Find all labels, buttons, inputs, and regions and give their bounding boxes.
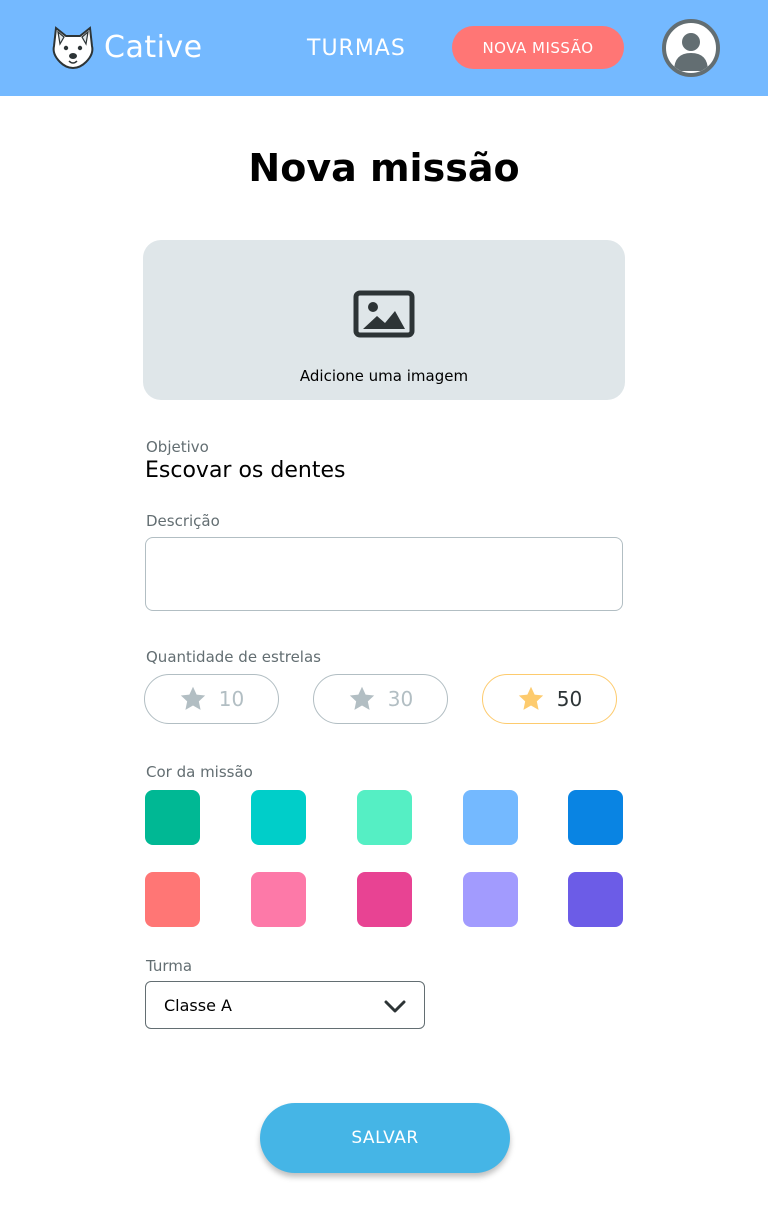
profile-avatar-button[interactable]	[662, 19, 720, 77]
star-option-10[interactable]: 10	[144, 674, 279, 724]
cor-label: Cor da missão	[146, 763, 253, 781]
star-option-value: 30	[387, 687, 414, 711]
top-bar: Cative TURMAS NOVA MISSÃO	[0, 0, 768, 96]
star-option-50[interactable]: 50	[482, 674, 617, 724]
star-icon	[349, 686, 374, 710]
color-swatch-1[interactable]	[145, 790, 200, 845]
image-icon	[353, 290, 415, 338]
dog-face-icon	[52, 26, 94, 70]
color-swatch-8[interactable]	[357, 872, 412, 927]
color-swatch-2[interactable]	[251, 790, 306, 845]
nav-turmas-link[interactable]: TURMAS	[307, 36, 406, 61]
turma-selected-value: Classe A	[164, 996, 232, 1015]
save-button[interactable]: SALVAR	[260, 1103, 510, 1173]
user-icon	[674, 33, 708, 71]
color-swatch-4[interactable]	[463, 790, 518, 845]
color-swatch-5[interactable]	[568, 790, 623, 845]
turma-label: Turma	[146, 957, 193, 975]
objetivo-label: Objetivo	[146, 438, 209, 456]
chevron-down-icon	[384, 1000, 406, 1013]
image-upload-label: Adicione uma imagem	[299, 367, 469, 385]
turma-select[interactable]: Classe A	[145, 981, 425, 1029]
descricao-input[interactable]	[145, 537, 623, 611]
color-swatch-6[interactable]	[145, 872, 200, 927]
star-option-value: 50	[556, 687, 583, 711]
color-swatch-3[interactable]	[357, 790, 412, 845]
estrelas-label: Quantidade de estrelas	[146, 648, 321, 666]
color-swatch-7[interactable]	[251, 872, 306, 927]
brand-logo[interactable]: Cative	[50, 24, 203, 70]
page-title: Nova missão	[248, 146, 520, 190]
star-icon	[518, 686, 543, 710]
objetivo-field[interactable]: Escovar os dentes	[145, 458, 345, 483]
color-swatch-9[interactable]	[463, 872, 518, 927]
descricao-label: Descrição	[146, 512, 220, 530]
brand-name: Cative	[104, 29, 203, 65]
color-swatch-10[interactable]	[568, 872, 623, 927]
star-option-30[interactable]: 30	[313, 674, 448, 724]
star-icon	[180, 686, 205, 710]
nova-missao-button[interactable]: NOVA MISSÃO	[452, 26, 624, 69]
star-option-value: 10	[218, 687, 245, 711]
